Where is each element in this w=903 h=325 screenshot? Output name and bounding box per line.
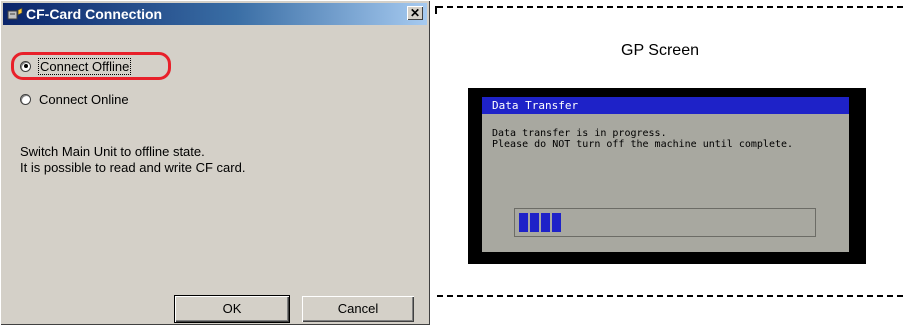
close-icon: ✕: [409, 6, 421, 20]
radio-label-online: Connect Online: [39, 91, 129, 107]
description-line-2: It is possible to read and write CF card…: [20, 160, 246, 175]
cf-card-connection-dialog: CF-Card Connection ✕ Connect Offline Con…: [0, 0, 430, 325]
cf-card-icon: [7, 7, 23, 20]
gp-progress-block: [530, 213, 539, 232]
gp-progress-fill: [519, 213, 561, 232]
highlight-ring: [11, 52, 171, 80]
dashed-line-bottom: [437, 295, 903, 297]
close-button[interactable]: ✕: [407, 6, 423, 20]
gp-progress-block: [541, 213, 550, 232]
gp-message-line-2: Please do NOT turn off the machine until…: [492, 139, 794, 150]
gp-progress-block: [552, 213, 561, 232]
ok-button[interactable]: OK: [174, 295, 290, 323]
gp-screen-label: GP Screen: [621, 42, 699, 59]
radio-connect-online[interactable]: Connect Online: [20, 90, 129, 108]
gp-progress-bar: [514, 208, 816, 237]
gp-progress-block: [519, 213, 528, 232]
cancel-button[interactable]: Cancel: [302, 296, 414, 322]
description-line-1: Switch Main Unit to offline state.: [20, 144, 205, 159]
dashed-line-top: [437, 6, 903, 8]
gp-title: Data Transfer: [492, 99, 579, 112]
title-bar: CF-Card Connection ✕: [3, 3, 427, 25]
gp-screen: Data Transfer Data transfer is in progre…: [482, 97, 849, 252]
radio-button-unchecked[interactable]: [20, 93, 31, 105]
gp-message-line-1: Data transfer is in progress.: [492, 128, 667, 139]
gp-screen-frame: Data Transfer Data transfer is in progre…: [468, 88, 866, 264]
dialog-title: CF-Card Connection: [26, 6, 163, 22]
dashed-line-corner: [435, 6, 437, 14]
gp-title-bar: Data Transfer: [482, 97, 849, 114]
